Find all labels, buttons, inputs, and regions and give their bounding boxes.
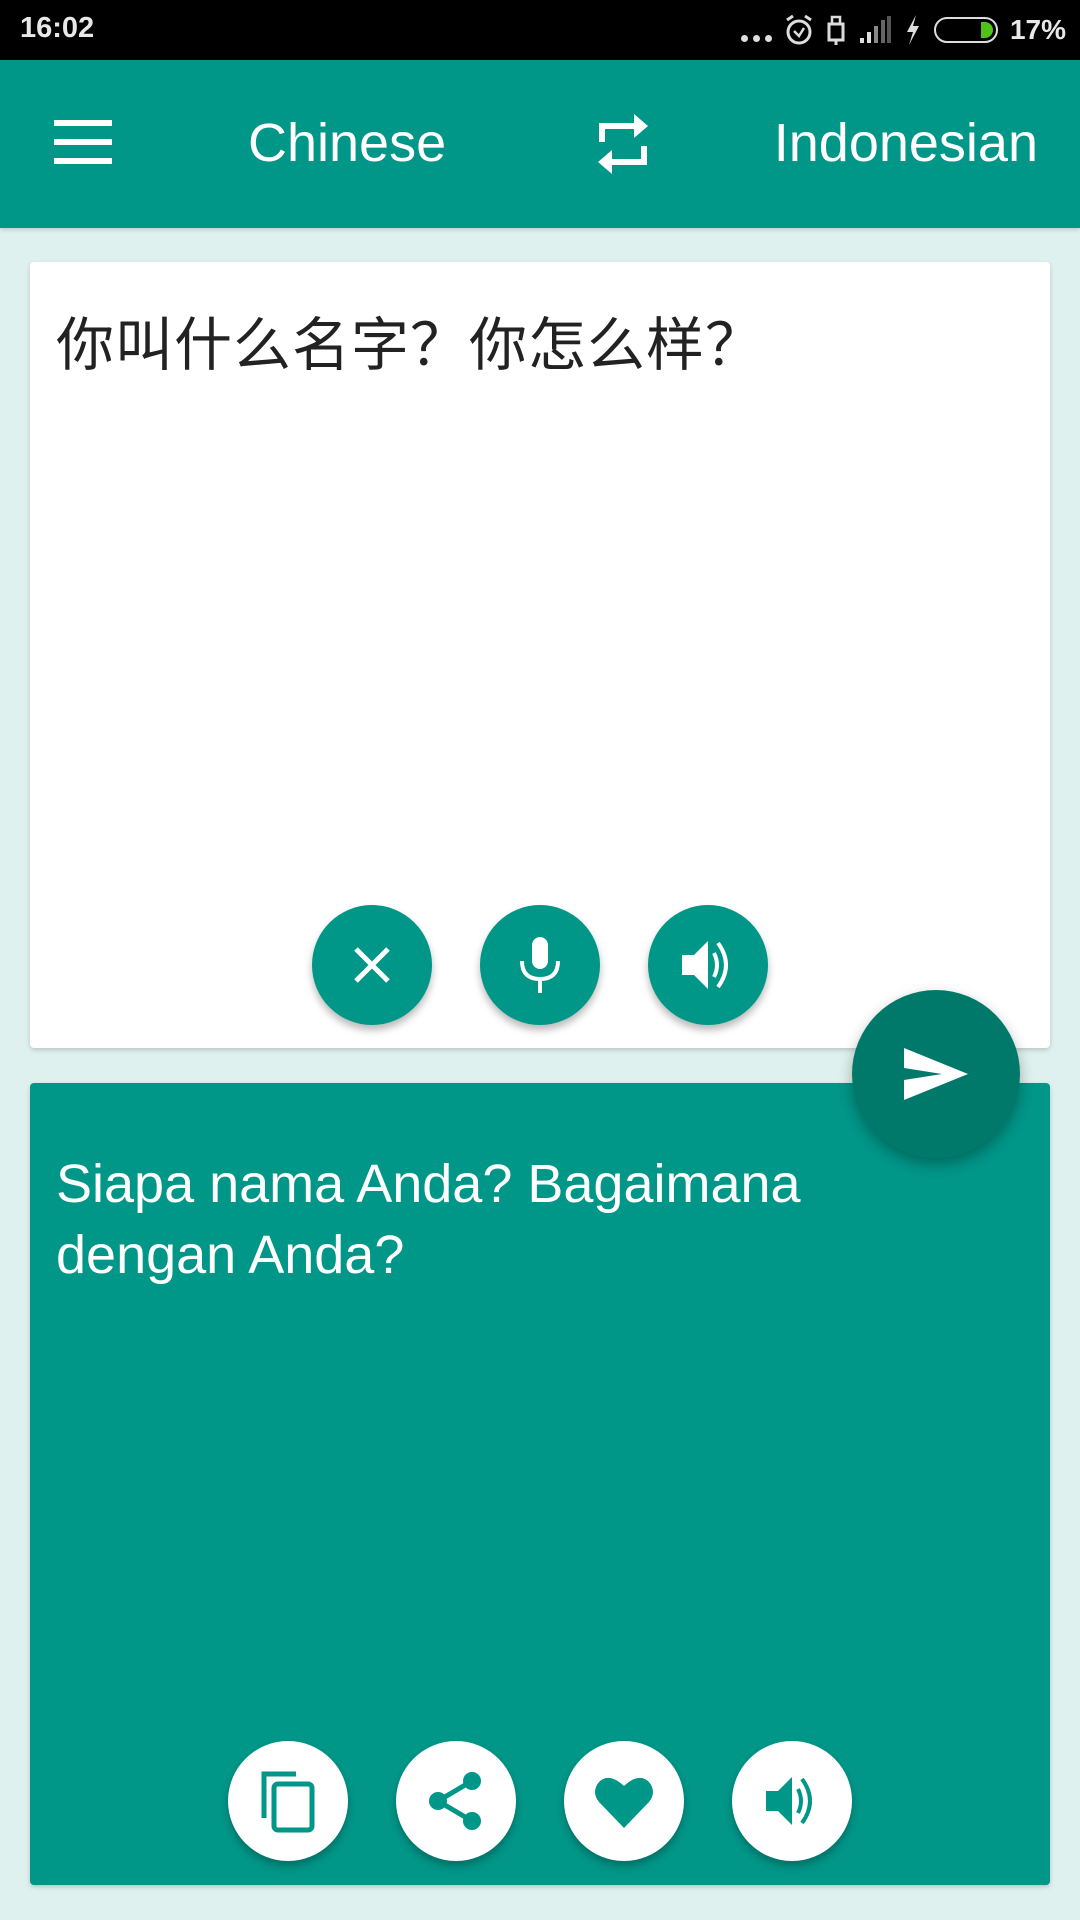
share-button[interactable] (396, 1741, 516, 1861)
translation-text: Siapa nama Anda? Bagaimana dengan Anda? (56, 1154, 801, 1285)
heart-icon (595, 1777, 653, 1828)
speaker-icon (766, 1777, 812, 1825)
target-language-selector[interactable]: Indonesian (774, 112, 1038, 174)
clear-button[interactable] (312, 905, 432, 1025)
charging-icon (906, 15, 919, 45)
swap-languages-icon[interactable] (594, 112, 654, 176)
alarm-icon (786, 14, 812, 45)
status-bar: 16:02 17% (0, 0, 1080, 60)
source-text-input[interactable]: 你叫什么名字？你怎么样？ (56, 298, 764, 382)
battery-icon (933, 17, 998, 43)
copy-icon (261, 1771, 315, 1833)
status-time: 16:02 (20, 12, 95, 44)
voice-input-button[interactable] (480, 905, 600, 1025)
favorite-button[interactable] (564, 1741, 684, 1861)
speak-source-button[interactable] (648, 905, 768, 1025)
speaker-icon (682, 941, 728, 989)
microphone-icon (520, 937, 560, 993)
translate-button[interactable] (852, 990, 1020, 1158)
usb-icon (827, 15, 845, 45)
hamburger-menu-icon[interactable] (54, 120, 112, 164)
close-icon (354, 947, 390, 983)
share-icon (429, 1772, 481, 1830)
status-icons: 17% (740, 10, 1066, 50)
signal-icon (859, 16, 891, 43)
source-input-card[interactable]: 你叫什么名字？你怎么样？ (30, 262, 1050, 1048)
app-bar: Chinese Indonesian (0, 60, 1080, 228)
source-language-selector[interactable]: Chinese (248, 112, 446, 174)
speak-target-button[interactable] (732, 1741, 852, 1861)
copy-button[interactable] (228, 1741, 348, 1861)
more-dots-icon (740, 18, 772, 42)
send-icon (904, 1048, 968, 1100)
battery-percent: 17% (1009, 14, 1066, 45)
translation-output-card: Siapa nama Anda? Bagaimana dengan Anda? (30, 1083, 1050, 1885)
